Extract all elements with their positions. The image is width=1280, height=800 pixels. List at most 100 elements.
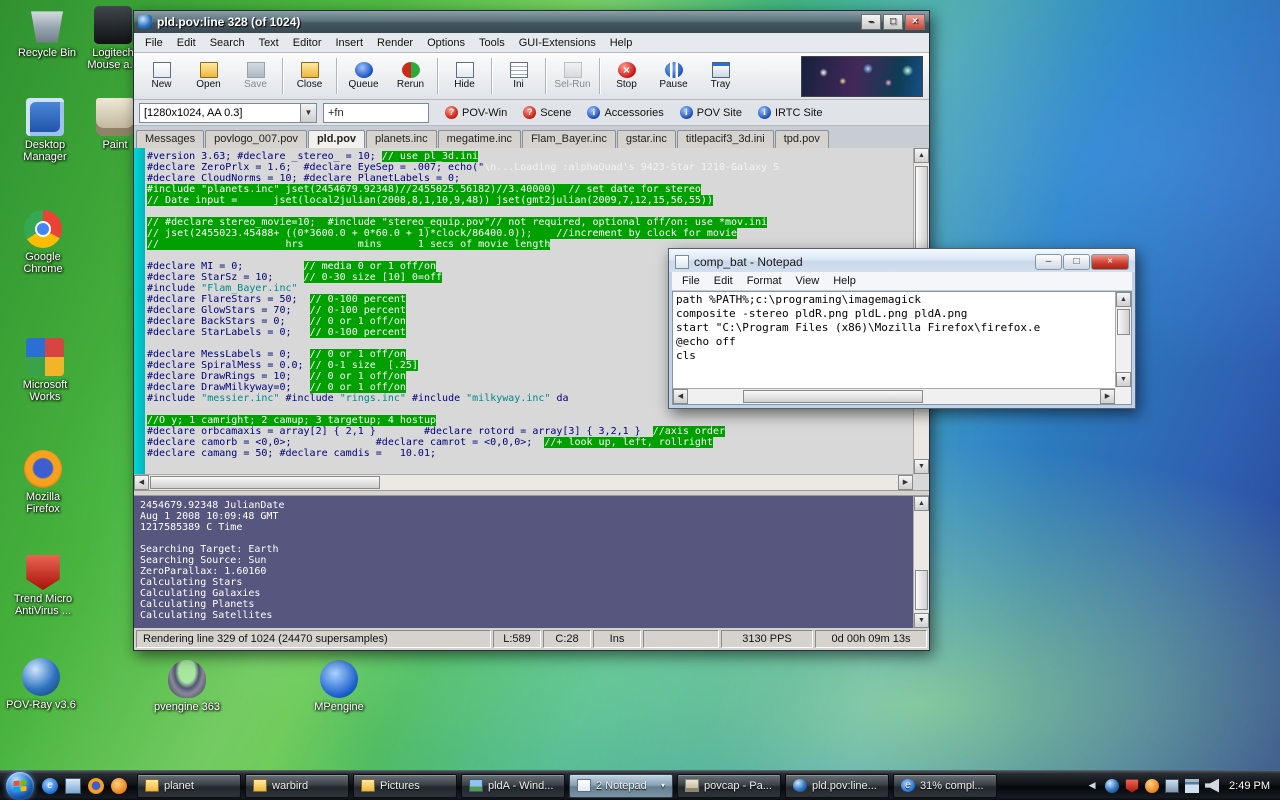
- irtc-site-help-button[interactable]: IRTC Site: [758, 106, 822, 119]
- queue-button[interactable]: Queue: [340, 55, 387, 97]
- save-button[interactable]: Save: [232, 55, 279, 97]
- scroll-down-arrow[interactable]: ▼: [914, 459, 929, 474]
- tab-messages[interactable]: Messages: [136, 130, 204, 148]
- sel-run-button[interactable]: Sel-Run: [549, 55, 596, 97]
- scrollbar-thumb[interactable]: [743, 390, 923, 403]
- message-vertical-scrollbar[interactable]: ▲ ▼: [913, 496, 929, 628]
- volume-tray-icon[interactable]: [1205, 779, 1219, 793]
- scrollbar-thumb[interactable]: [915, 570, 928, 610]
- quick-launch-media-player-icon[interactable]: [111, 778, 127, 794]
- desktop-icon-microsoft-works[interactable]: Microsoft Works: [10, 338, 80, 403]
- desktop-icon-mozilla-firefox[interactable]: Mozilla Firefox: [8, 450, 78, 515]
- scroll-right-arrow[interactable]: ▶: [898, 475, 913, 490]
- tab-megatime-inc[interactable]: megatime.inc: [438, 130, 521, 148]
- povray-title-bar[interactable]: pld.pov:line 328 (of 1024) – □ ×: [134, 11, 929, 33]
- taskbar-button-2-notepad[interactable]: 2 Notepad▾: [569, 774, 673, 798]
- menu-search[interactable]: Search: [203, 35, 252, 51]
- tray-button[interactable]: Tray: [697, 55, 744, 97]
- scroll-left-arrow[interactable]: ◀: [134, 475, 149, 490]
- pause-button[interactable]: Pause: [650, 55, 697, 97]
- minimize-button[interactable]: –: [861, 14, 881, 30]
- scroll-left-arrow[interactable]: ◀: [673, 389, 688, 404]
- scroll-up-arrow[interactable]: ▲: [914, 148, 929, 163]
- notepad-menu-edit[interactable]: Edit: [707, 273, 740, 289]
- scrollbar-thumb[interactable]: [1117, 309, 1130, 335]
- scroll-up-arrow[interactable]: ▲: [914, 496, 929, 511]
- taskbar-button-warbird[interactable]: warbird: [245, 774, 349, 798]
- start-button[interactable]: [6, 772, 34, 800]
- menu-options[interactable]: Options: [420, 35, 472, 51]
- menu-text[interactable]: Text: [252, 35, 286, 51]
- open-button[interactable]: Open: [185, 55, 232, 97]
- tab-flam-bayer-inc[interactable]: Flam_Bayer.inc: [522, 130, 616, 148]
- pov-win-help-button[interactable]: POV-Win: [445, 106, 507, 119]
- trend-micro-tray-icon[interactable]: [1125, 779, 1139, 793]
- minimize-button[interactable]: –: [1035, 254, 1062, 270]
- desktop-icon-pov-ray-v3-6[interactable]: POV-Ray v3.6: [6, 658, 76, 711]
- notepad-vertical-scrollbar[interactable]: ▲ ▼: [1115, 292, 1131, 387]
- menu-tools[interactable]: Tools: [472, 35, 512, 51]
- notepad-title-bar[interactable]: comp_bat - Notepad – □ ×: [669, 249, 1135, 272]
- accessories-help-button[interactable]: Accessories: [587, 106, 663, 119]
- menu-gui-extensions[interactable]: GUI-Extensions: [512, 35, 603, 51]
- quick-launch-ie-icon[interactable]: [42, 778, 58, 794]
- desktop-icon-desktop-manager[interactable]: Desktop Manager: [10, 98, 80, 163]
- scroll-right-arrow[interactable]: ▶: [1100, 389, 1115, 404]
- tab-titlepacif3-3d-ini[interactable]: titlepacif3_3d.ini: [677, 130, 774, 148]
- notepad-menu-format[interactable]: Format: [740, 273, 789, 289]
- close-button[interactable]: ×: [905, 14, 925, 30]
- menu-edit[interactable]: Edit: [170, 35, 203, 51]
- taskbar-button-plda-wind[interactable]: pldA - Wind...: [461, 774, 565, 798]
- menu-render[interactable]: Render: [370, 35, 420, 51]
- chevron-down-icon[interactable]: ▼: [300, 104, 316, 122]
- display-tray-icon[interactable]: [1165, 779, 1179, 793]
- notepad-menu-view[interactable]: View: [789, 273, 827, 289]
- desktop-icon-recycle-bin[interactable]: Recycle Bin: [12, 6, 82, 59]
- menu-insert[interactable]: Insert: [329, 35, 371, 51]
- quick-launch-show-desktop-icon[interactable]: [65, 778, 81, 794]
- taskbar-button-pld-pov-line[interactable]: pld.pov:line...: [785, 774, 889, 798]
- render-preview-thumbnail[interactable]: [801, 56, 923, 97]
- rerun-button[interactable]: Rerun: [387, 55, 434, 97]
- pov-site-help-button[interactable]: POV Site: [680, 106, 742, 119]
- close-button[interactable]: Close: [286, 55, 333, 97]
- taskbar-button-pictures[interactable]: Pictures: [353, 774, 457, 798]
- notepad-text-area[interactable]: path %PATH%;c:\programing\imagemagickcom…: [676, 293, 1113, 386]
- taskbar-button-31-compl[interactable]: 31% compl...: [893, 774, 997, 798]
- scroll-down-arrow[interactable]: ▼: [1116, 372, 1131, 387]
- hide-button[interactable]: Hide: [441, 55, 488, 97]
- quick-launch-firefox-icon[interactable]: [88, 778, 104, 794]
- taskbar-button-povcap-pa[interactable]: povcap - Pa...: [677, 774, 781, 798]
- maximize-button[interactable]: □: [1063, 254, 1090, 270]
- maximize-button[interactable]: □: [883, 14, 903, 30]
- new-button[interactable]: New: [138, 55, 185, 97]
- tab-tpd-pov[interactable]: tpd.pov: [775, 130, 829, 148]
- ini-button[interactable]: Ini: [495, 55, 542, 97]
- message-pane[interactable]: 2454679.92348 JulianDateAug 1 2008 10:09…: [134, 496, 929, 628]
- desktop-icon-google-chrome[interactable]: Google Chrome: [8, 210, 78, 275]
- notepad-horizontal-scrollbar[interactable]: ◀ ▶: [673, 388, 1115, 404]
- tab-pld-pov[interactable]: pld.pov: [308, 130, 365, 148]
- command-line-input[interactable]: +fn: [323, 103, 429, 123]
- menu-file[interactable]: File: [138, 35, 170, 51]
- network-tray-icon[interactable]: [1185, 779, 1199, 793]
- taskbar-clock[interactable]: 2:49 PM: [1229, 780, 1280, 792]
- chevron-down-icon[interactable]: ▾: [661, 781, 665, 790]
- menu-help[interactable]: Help: [603, 35, 640, 51]
- scrollbar-thumb[interactable]: [915, 166, 928, 256]
- menu-editor[interactable]: Editor: [286, 35, 329, 51]
- tab-planets-inc[interactable]: planets.inc: [366, 130, 437, 148]
- scroll-up-arrow[interactable]: ▲: [1116, 292, 1131, 307]
- editor-horizontal-scrollbar[interactable]: ◀ ▶: [134, 474, 913, 490]
- scroll-down-arrow[interactable]: ▼: [914, 613, 929, 628]
- notepad-menu-file[interactable]: File: [675, 273, 707, 289]
- close-button[interactable]: ×: [1091, 254, 1129, 270]
- desktop-icon-pvengine-363[interactable]: pvengine 363: [152, 660, 222, 713]
- desktop-icon-trend-micro-antivirus[interactable]: Trend Micro AntiVirus ...: [8, 552, 78, 617]
- taskbar-button-planet[interactable]: planet: [137, 774, 241, 798]
- notepad-menu-help[interactable]: Help: [826, 273, 863, 289]
- tab-povlogo-007-pov[interactable]: povlogo_007.pov: [205, 130, 307, 148]
- scrollbar-thumb[interactable]: [150, 476, 380, 489]
- update-tray-icon[interactable]: [1145, 779, 1159, 793]
- tab-gstar-inc[interactable]: gstar.inc: [617, 130, 676, 148]
